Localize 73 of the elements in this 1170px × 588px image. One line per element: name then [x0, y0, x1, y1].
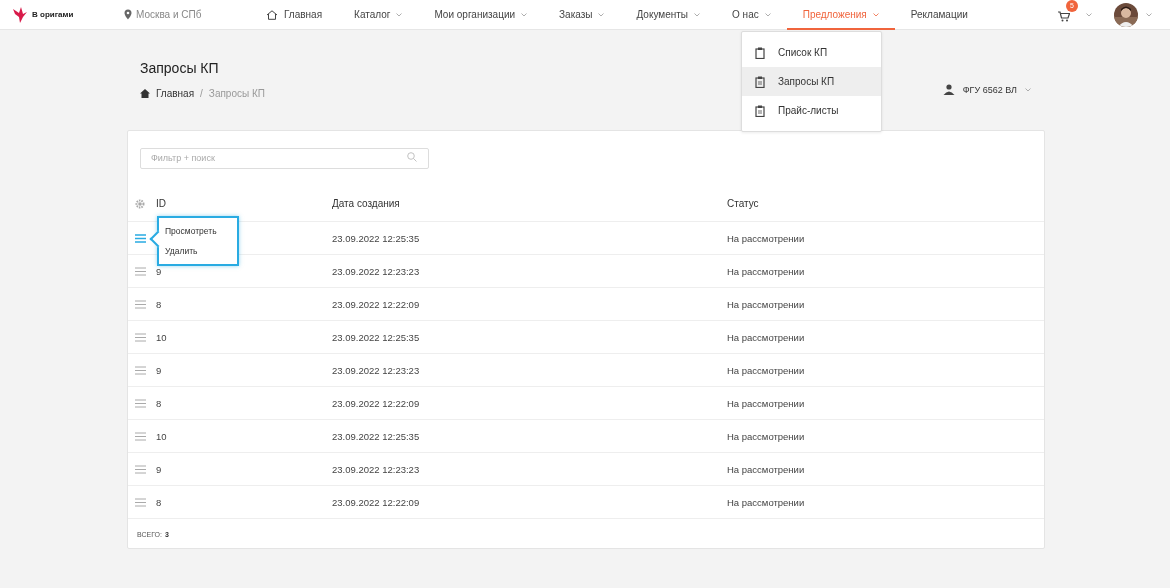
- popup-item[interactable]: Удалить: [165, 241, 231, 261]
- popup-item[interactable]: Просмотреть: [165, 221, 231, 241]
- breadcrumb-separator: /: [200, 88, 203, 99]
- table-cell-text: На рассмотрении: [727, 331, 806, 343]
- table-cell-text: 8: [156, 298, 163, 310]
- breadcrumb-current: Запросы КП: [208, 88, 265, 99]
- table-cell-text: На рассмотрении: [727, 496, 806, 508]
- clipboard-icon: [755, 75, 765, 88]
- table-cell-text: На рассмотрении: [727, 397, 806, 409]
- table-cell-text: 8: [156, 397, 163, 409]
- breadcrumb-link[interactable]: Главная: [156, 88, 195, 99]
- menu-item[interactable]: Список КП: [742, 38, 881, 67]
- table-cell-text: На рассмотрении: [727, 265, 806, 277]
- table-cell-text: 9: [156, 265, 163, 277]
- menu-icon[interactable]: [135, 299, 146, 309]
- menu-icon[interactable]: [135, 464, 146, 474]
- table-cell-text: 23.09.2022 12:22:09: [332, 298, 421, 310]
- column-header: Статус: [727, 198, 760, 209]
- menu-item[interactable]: Запросы КП: [742, 67, 881, 96]
- chevron-down-icon: [1086, 12, 1092, 17]
- location-text[interactable]: Москва и СПб: [136, 9, 202, 20]
- table-cell-text: 10: [156, 331, 168, 343]
- bird-logo-icon: [12, 5, 28, 24]
- clipboard-icon: [755, 104, 765, 117]
- nav-item[interactable]: Заказы: [543, 0, 621, 30]
- cart-icon[interactable]: [1058, 10, 1070, 22]
- home-icon: [140, 89, 150, 98]
- chevron-down-icon: [1146, 12, 1152, 17]
- menu-icon[interactable]: [135, 233, 146, 243]
- nav-item[interactable]: Главная: [250, 0, 339, 30]
- user-avatar[interactable]: [1114, 2, 1138, 27]
- page-title: Запросы КП: [140, 60, 220, 76]
- table-cell-text: 23.09.2022 12:22:09: [332, 397, 421, 409]
- table-cell-text: 23.09.2022 12:25:35: [332, 232, 421, 244]
- table-cell-text: 23.09.2022 12:25:35: [332, 430, 421, 442]
- menu-icon[interactable]: [135, 497, 146, 507]
- table-cell-text: 23.09.2022 12:25:35: [332, 331, 421, 343]
- home-icon: [266, 9, 278, 20]
- table-cell-text: 23.09.2022 12:23:23: [332, 364, 421, 376]
- table-cell-text: 9: [156, 463, 163, 475]
- search-icon: [407, 152, 417, 162]
- nav-item[interactable]: Каталог: [338, 0, 419, 30]
- menu-icon[interactable]: [135, 365, 146, 375]
- table-cell-text: На рассмотрении: [727, 364, 806, 376]
- user-icon: [942, 84, 955, 95]
- filter-field[interactable]: Фильтр + поиск: [140, 147, 429, 169]
- column-header: ID: [156, 198, 167, 209]
- table-cell-text: 23.09.2022 12:23:23: [332, 463, 421, 475]
- nav-item[interactable]: О нас: [716, 0, 787, 30]
- settings-icon[interactable]: [135, 198, 145, 209]
- menu-item[interactable]: Прайс-листы: [742, 96, 881, 125]
- nav-item[interactable]: Документы: [620, 0, 717, 30]
- nav-item[interactable]: Мои организации: [418, 0, 544, 30]
- menu-icon[interactable]: [135, 266, 146, 276]
- nav-item[interactable]: Рекламации: [894, 0, 984, 30]
- table-cell-text: На рассмотрении: [727, 430, 806, 442]
- menu-icon[interactable]: [135, 332, 146, 342]
- location-pin-icon: [124, 9, 132, 20]
- chevron-down-icon: [1025, 87, 1031, 92]
- organization-selector[interactable]: ФГУ 6562 ВЛ: [942, 84, 1031, 95]
- table-cell-text: 23.09.2022 12:23:23: [332, 265, 421, 277]
- clipboard-icon: [755, 46, 765, 59]
- column-header: Дата создания: [332, 198, 401, 209]
- table-cell-text: На рассмотрении: [727, 232, 806, 244]
- table-cell-text: На рассмотрении: [727, 463, 806, 475]
- table-cell-text: 23.09.2022 12:22:09: [332, 496, 421, 508]
- menu-icon[interactable]: [135, 398, 146, 408]
- table-cell-text: На рассмотрении: [727, 298, 806, 310]
- table-cell-text: 10: [156, 430, 168, 442]
- menu-icon[interactable]: [135, 431, 146, 441]
- table-cell-text: 9: [156, 364, 163, 376]
- table-cell-text: 8: [156, 496, 163, 508]
- brand-name: В оригами: [32, 10, 74, 19]
